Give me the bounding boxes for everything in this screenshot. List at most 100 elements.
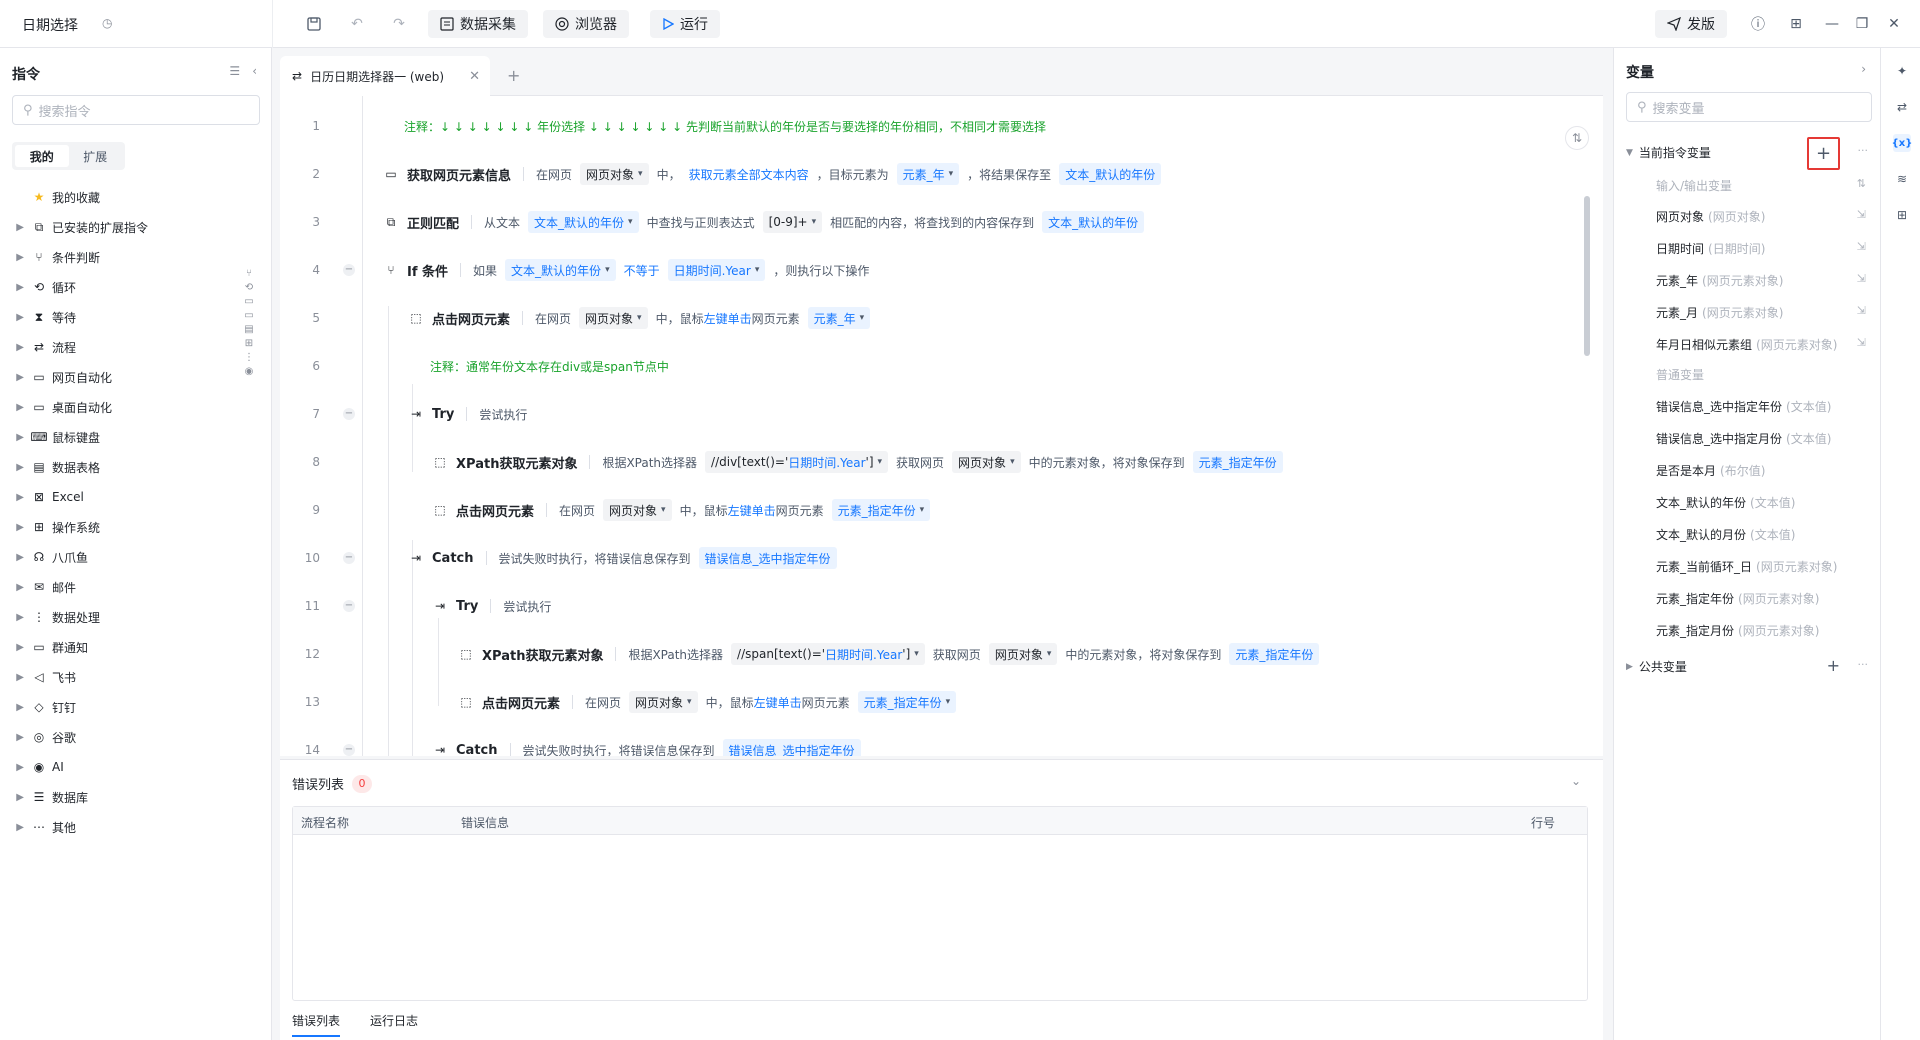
command-category[interactable]: ▶ ⧉ 已安装的扩展指令 (0, 212, 240, 242)
variable-item[interactable]: 是否是本月 (布尔值) (1656, 462, 1765, 479)
param-dropdown[interactable]: 网页对象 ▾ (988, 643, 1058, 665)
command-category[interactable]: ▶ ◇ 钉钉 (0, 692, 240, 722)
variable-item[interactable]: 元素_指定年份 (网页元素对象) (1656, 590, 1819, 607)
variable-item[interactable]: 错误信息_选中指定年份 (文本值) (1656, 398, 1831, 415)
xpath-input[interactable]: //span[text()=' 日期时间.Year '] ▾ (731, 643, 925, 665)
variable-item[interactable]: 元素_指定月份 (网页元素对象) (1656, 622, 1819, 639)
chevron-right-icon[interactable]: ▶ (0, 522, 30, 533)
add-variable-button[interactable]: + (1807, 137, 1840, 170)
param-dropdown[interactable]: 元素_年 ▾ (896, 163, 960, 185)
variable-chip[interactable]: 元素_指定年份 (1229, 643, 1320, 665)
filter-button[interactable]: ⇅ (1565, 126, 1589, 150)
collapse-panel-icon[interactable]: › (1861, 62, 1866, 76)
code-line[interactable]: 10 − ⇥ Catch 尝试失败时执行，将错误信息保存到 错误信息_选中指定年… (280, 534, 1590, 582)
undo-button[interactable]: ↶ (343, 10, 371, 38)
command-category[interactable]: ▶ ⊞ 操作系统 (0, 512, 240, 542)
collapse-icon[interactable]: ‹ (252, 64, 257, 78)
command-category[interactable]: ▶ ▤ 数据表格 (0, 452, 240, 482)
option-link[interactable]: 左键单击 (754, 694, 802, 711)
ai-assistant-icon[interactable]: ✦ (1893, 62, 1911, 80)
command-category[interactable]: ▶ ⧗ 等待 (0, 302, 240, 332)
command-category[interactable]: ▶ ☊ 八爪鱼 (0, 542, 240, 572)
close-tab-icon[interactable]: ✕ (469, 69, 480, 84)
chevron-right-icon[interactable]: ▶ (0, 702, 30, 713)
vertical-scrollbar[interactable] (1584, 196, 1590, 356)
code-line[interactable]: 12 ⬚ XPath获取元素对象 根据XPath选择器 //span[text(… (280, 630, 1590, 678)
variable-item[interactable]: 文本_默认的年份 (文本值) (1656, 494, 1795, 511)
variable-chip[interactable]: 元素_指定年份 (1192, 451, 1283, 473)
command-search-input[interactable]: ⚲ 搜索指令 (12, 95, 260, 125)
history-icon[interactable]: ◷ (102, 16, 116, 30)
operator-link[interactable]: 不等于 (624, 262, 660, 279)
chevron-right-icon[interactable]: ▶ (0, 342, 30, 353)
code-line[interactable]: 2 ▭ 获取网页元素信息 在网页 网页对象 ▾ 中， 获取元素全部文本内容 ，目标… (280, 150, 1590, 198)
add-public-variable-button[interactable]: + (1827, 656, 1840, 675)
param-dropdown[interactable]: 日期时间.Year ▾ (667, 259, 766, 281)
command-category[interactable]: ▶ ◉ AI (0, 752, 240, 782)
add-tab-button[interactable]: + (507, 66, 520, 85)
apps-button[interactable]: ⊞ (1782, 10, 1810, 38)
option-link[interactable]: 获取元素全部文本内容 (689, 166, 809, 183)
param-dropdown[interactable]: 网页对象 ▾ (580, 163, 649, 185)
param-dropdown[interactable]: 文本_默认的年份 ▾ (505, 259, 616, 281)
tab-errors[interactable]: 错误列表 (292, 1012, 341, 1037)
save-button[interactable] (300, 10, 328, 38)
variable-item[interactable]: 年月日相似元素组 (网页元素对象) (1656, 336, 1837, 353)
param-dropdown[interactable]: 元素_指定年份 ▾ (857, 691, 957, 713)
option-link[interactable]: 左键单击 (728, 502, 776, 519)
param-dropdown[interactable]: 网页对象 ▾ (629, 691, 698, 713)
code-line[interactable]: 1 注释：↓ ↓ ↓ ↓ ↓ ↓ ↓ 年份选择 ↓ ↓ ↓ ↓ ↓ ↓ ↓ 先判… (280, 102, 1590, 150)
code-line[interactable]: 3 ⧉ 正则匹配 从文本 文本_默认的年份 ▾ 中查找与正则表达式 [0-9]+ ▾… (280, 198, 1590, 246)
chevron-right-icon[interactable]: ▶ (0, 732, 30, 743)
chevron-right-icon[interactable]: ▶ (0, 552, 30, 563)
flow-icon[interactable]: ⇄ (1893, 98, 1911, 116)
fold-toggle[interactable]: − (343, 552, 355, 564)
param-dropdown[interactable]: 网页对象 ▾ (603, 499, 672, 521)
variable-item[interactable]: 错误信息_选中指定月份 (文本值) (1656, 430, 1831, 447)
command-category[interactable]: ▶ ⇄ 流程 (0, 332, 240, 362)
chevron-right-icon[interactable]: ▶ (0, 492, 30, 503)
more-icon[interactable]: ··· (1858, 144, 1869, 157)
variable-item[interactable]: 元素_月 (网页元素对象) (1656, 304, 1783, 321)
chevron-right-icon[interactable]: ▶ (0, 672, 30, 683)
chevron-right-icon[interactable]: ▶ (0, 432, 30, 443)
command-category[interactable]: ▶ ⟲ 循环 (0, 272, 240, 302)
chevron-right-icon[interactable]: ▶ (0, 792, 30, 803)
sort-icon[interactable]: ⇅ (1857, 177, 1866, 190)
chevron-right-icon[interactable]: ▶ (0, 822, 30, 833)
data-process-icon[interactable]: ⋮ (244, 352, 254, 364)
variable-chip[interactable]: 错误信息_选中指定年份 (722, 739, 861, 756)
tab-mine[interactable]: 我的 (15, 145, 69, 167)
publish-button[interactable]: 发版 (1655, 10, 1727, 38)
variable-chip[interactable]: 错误信息_选中指定年份 (698, 547, 837, 569)
chevron-right-icon[interactable]: ▶ (0, 462, 30, 473)
command-category[interactable]: ▶ ◎ 谷歌 (0, 722, 240, 752)
option-link[interactable]: 左键单击 (704, 310, 752, 327)
variable-search-input[interactable]: ⚲ 搜索变量 (1626, 92, 1872, 122)
public-variables-group[interactable]: ▶ 公共变量 (1626, 658, 1687, 675)
restore-button[interactable]: ❐ (1848, 10, 1876, 38)
fold-toggle[interactable]: − (343, 408, 355, 420)
data-collect-button[interactable]: 数据采集 (428, 10, 528, 38)
web-icon[interactable]: ▭ (244, 296, 253, 308)
code-line[interactable]: 9 ⬚ 点击网页元素 在网页 网页对象 ▾ 中，鼠标 左键单击 网页元素 元素_指定年… (280, 486, 1590, 534)
code-line[interactable]: 7 − ⇥ Try 尝试执行 (280, 390, 1590, 438)
desktop-icon[interactable]: ▭ (244, 310, 253, 322)
chevron-right-icon[interactable]: ▶ (0, 252, 30, 263)
chevron-right-icon[interactable]: ▶ (0, 762, 30, 773)
command-category[interactable]: ▶ ▭ 群通知 (0, 632, 240, 662)
chevron-right-icon[interactable]: ▶ (0, 402, 30, 413)
collapse-panel-icon[interactable]: ⌄ (1571, 774, 1581, 788)
param-dropdown[interactable]: 文本_默认的年份 ▾ (528, 211, 639, 233)
variables-icon[interactable]: {x} (1892, 134, 1912, 152)
xpath-input[interactable]: //div[text()=' 日期时间.Year '] ▾ (705, 451, 889, 473)
redo-button[interactable]: ↷ (385, 10, 413, 38)
components-icon[interactable]: ⊞ (1893, 206, 1911, 224)
code-line[interactable]: 8 ⬚ XPath获取元素对象 根据XPath选择器 //div[text()=… (280, 438, 1590, 486)
tab-run-log[interactable]: 运行日志 (370, 1012, 418, 1037)
variable-chip[interactable]: 文本_默认的年份 (1059, 163, 1162, 185)
code-line[interactable]: 6 注释：通常年份文本存在div或是span节点中 (280, 342, 1590, 390)
fold-toggle[interactable]: − (343, 600, 355, 612)
param-dropdown[interactable]: [0-9]+ ▾ (762, 211, 823, 233)
close-button[interactable]: ✕ (1880, 10, 1908, 38)
